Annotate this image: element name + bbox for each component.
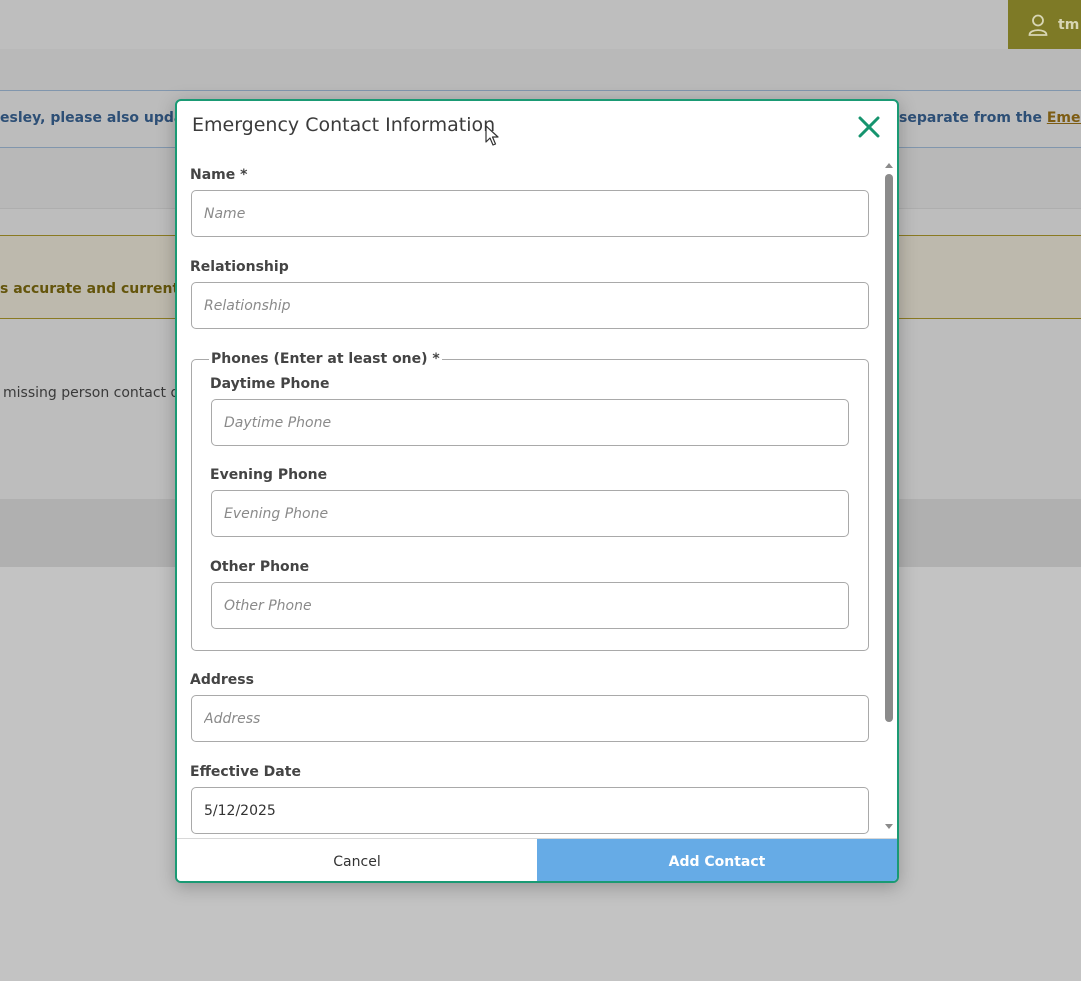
scrollbar-thumb[interactable] [885,174,893,722]
close-icon[interactable] [857,115,881,139]
address-input[interactable] [191,695,869,742]
name-label: Name * [190,167,248,183]
phones-legend: Phones (Enter at least one) * [209,351,442,367]
user-menu-button[interactable]: tm [1008,0,1081,49]
scroll-up-arrow-icon[interactable] [884,161,894,169]
modal-header: Emergency Contact Information [177,101,897,156]
user-name: tm [1058,16,1080,33]
info-banner-text-left: esley, please also update [0,110,205,126]
info-banner-text-right: separate from the [899,110,1047,126]
modal-title: Emergency Contact Information [192,114,496,136]
evening-phone-input[interactable] [211,490,849,537]
add-contact-button[interactable]: Add Contact [537,839,897,881]
other-phone-input[interactable] [211,582,849,629]
evening-phone-label: Evening Phone [210,467,328,483]
relationship-input[interactable] [191,282,869,329]
daytime-phone-input[interactable] [211,399,849,446]
emergency-contact-modal: Emergency Contact Information Name * Rel… [175,99,899,883]
missing-person-text: missing person contact de [3,385,188,401]
spacer [0,49,1081,90]
cancel-button[interactable]: Cancel [177,839,537,881]
scroll-down-arrow-icon[interactable] [884,823,894,831]
mouse-cursor-icon [485,125,499,146]
top-bar [0,0,1081,49]
info-banner-link-right[interactable]: Emergen [1047,110,1081,126]
modal-body[interactable]: Name * Relationship Phones (Enter at lea… [177,156,897,837]
effective-date-input[interactable] [191,787,869,834]
daytime-phone-label: Daytime Phone [210,376,330,392]
effective-date-label: Effective Date [190,764,301,780]
address-label: Address [190,672,254,688]
modal-footer: Cancel Add Contact [177,838,897,881]
name-input[interactable] [191,190,869,237]
other-phone-label: Other Phone [210,559,310,575]
user-icon [1028,14,1048,36]
relationship-label: Relationship [190,259,289,275]
